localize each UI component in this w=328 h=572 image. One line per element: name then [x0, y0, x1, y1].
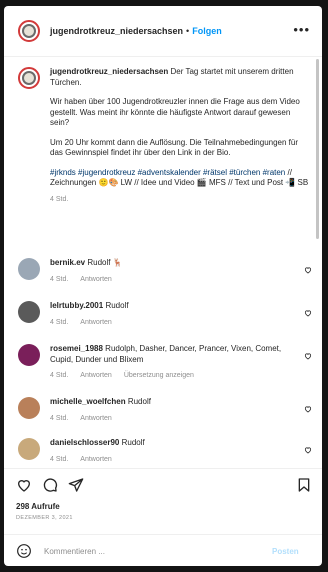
caption-first-paragraph: jugendrotkreuz_niedersachsen Der Tag sta…	[50, 67, 310, 88]
comment-item: bernik.ev Rudolf 🦌 4 Std. Antworten	[18, 258, 314, 285]
comment-text-block: danielschlosser90 Rudolf 4 Std. Antworten	[50, 438, 290, 465]
header-separator: •	[186, 26, 190, 36]
comment-text-block: lelrtubby.2001 Rudolf 4 Std. Antworten	[50, 301, 290, 328]
comment-time: 4 Std.	[50, 414, 69, 422]
reply-button[interactable]: Antworten	[80, 415, 112, 422]
comment-text-block: bernik.ev Rudolf 🦌 4 Std. Antworten	[50, 258, 290, 285]
like-heart-icon[interactable]	[304, 446, 312, 454]
comment-text-block: rosemei_1988 Rudolph, Dasher, Dancer, Pr…	[50, 344, 290, 382]
comment-avatar[interactable]	[18, 397, 40, 419]
caption-time: 4 Std.	[50, 195, 69, 203]
comment-avatar[interactable]	[18, 301, 40, 323]
views-count[interactable]: 298 Aufrufe	[16, 502, 60, 511]
profile-avatar[interactable]	[18, 20, 40, 42]
comment-meta: 4 Std. Antworten	[50, 414, 290, 425]
comment-username[interactable]: danielschlosser90	[50, 438, 119, 447]
comment-composer: Posten	[4, 534, 322, 566]
comment-time: 4 Std.	[50, 275, 69, 283]
caption-body: jugendrotkreuz_niedersachsen Der Tag sta…	[50, 67, 310, 205]
like-heart-icon[interactable]	[304, 352, 312, 360]
screen-frame: jugendrotkreuz_niedersachsen • Folgen ••…	[0, 0, 328, 572]
reply-button[interactable]: Antworten	[80, 456, 112, 463]
comment-meta: 4 Std. Antworten	[50, 318, 290, 329]
post-date: DEZEMBER 3, 2021	[16, 515, 73, 521]
comment-username[interactable]: bernik.ev	[50, 258, 85, 267]
comment-item: danielschlosser90 Rudolf 4 Std. Antworten	[18, 438, 314, 465]
caption-tags: #jrknds #jugendrotkreuz #adventskalender…	[50, 168, 310, 189]
comment-item: lelrtubby.2001 Rudolf 4 Std. Antworten	[18, 301, 314, 328]
comment-time: 4 Std.	[50, 372, 69, 379]
comment-username[interactable]: rosemei_1988	[50, 344, 103, 353]
post-caption: jugendrotkreuz_niedersachsen Der Tag sta…	[18, 67, 318, 205]
show-translation-button[interactable]: Übersetzung anzeigen	[124, 372, 194, 379]
comment-avatar[interactable]	[18, 438, 40, 460]
reply-button[interactable]: Antworten	[80, 319, 112, 326]
comment-time: 4 Std.	[50, 318, 69, 326]
caption-p3: Um 20 Uhr kommt dann die Auflösung. Die …	[50, 137, 298, 158]
reply-button[interactable]: Antworten	[80, 372, 112, 379]
like-heart-icon[interactable]	[304, 309, 312, 317]
comment-time: 4 Std.	[50, 455, 69, 463]
comment-text: Rudolf	[105, 301, 129, 310]
follow-button[interactable]: Folgen	[192, 26, 222, 36]
comment-input[interactable]	[42, 545, 266, 557]
bookmark-icon[interactable]	[296, 477, 312, 493]
like-heart-icon[interactable]	[16, 477, 32, 493]
comment-bubble-icon[interactable]	[42, 477, 58, 493]
caption-username[interactable]: jugendrotkreuz_niedersachsen	[50, 67, 168, 76]
emoji-smiley-icon[interactable]	[16, 543, 32, 559]
reply-button[interactable]: Antworten	[80, 276, 112, 283]
like-heart-icon[interactable]	[304, 266, 312, 274]
comment-text: Rudolf	[121, 438, 145, 447]
comment-item: michelle_woelfchen Rudolf 4 Std. Antworte…	[18, 397, 314, 424]
comment-text-block: michelle_woelfchen Rudolf 4 Std. Antworte…	[50, 397, 290, 424]
header-username[interactable]: jugendrotkreuz_niedersachsen	[50, 26, 183, 36]
comment-meta: 4 Std. Antworten	[50, 455, 290, 466]
comment-text: Rudolf	[127, 397, 151, 406]
like-heart-icon[interactable]	[304, 405, 312, 413]
comment-text: Rudolf 🦌	[87, 258, 123, 267]
comments-scroll-area[interactable]: jugendrotkreuz_niedersachsen Der Tag sta…	[4, 57, 322, 467]
comment-username[interactable]: michelle_woelfchen	[50, 397, 126, 406]
caption-hashtags[interactable]: #jrknds #jugendrotkreuz #adventskalender…	[50, 168, 285, 177]
comment-avatar[interactable]	[18, 344, 40, 366]
comment-meta: 4 Std. Antworten Übersetzung anzeigen	[50, 371, 290, 382]
comment-avatar[interactable]	[18, 258, 40, 280]
post-comment-button[interactable]: Posten	[272, 547, 299, 556]
comment-username[interactable]: lelrtubby.2001	[50, 301, 103, 310]
avatar-logo	[22, 24, 36, 38]
caption-avatar[interactable]	[18, 67, 40, 89]
post-header: jugendrotkreuz_niedersachsen • Folgen ••…	[4, 6, 322, 57]
more-options-icon[interactable]: •••	[293, 22, 310, 37]
comment-meta: 4 Std. Antworten	[50, 275, 290, 286]
share-paper-plane-icon[interactable]	[68, 477, 84, 493]
avatar-logo	[22, 71, 36, 85]
caption-p2: Wir haben über 100 Jugendrotkreuzler inn…	[50, 97, 300, 127]
post-card: jugendrotkreuz_niedersachsen • Folgen ••…	[4, 6, 322, 566]
comment-item: rosemei_1988 Rudolph, Dasher, Dancer, Pr…	[18, 344, 314, 382]
